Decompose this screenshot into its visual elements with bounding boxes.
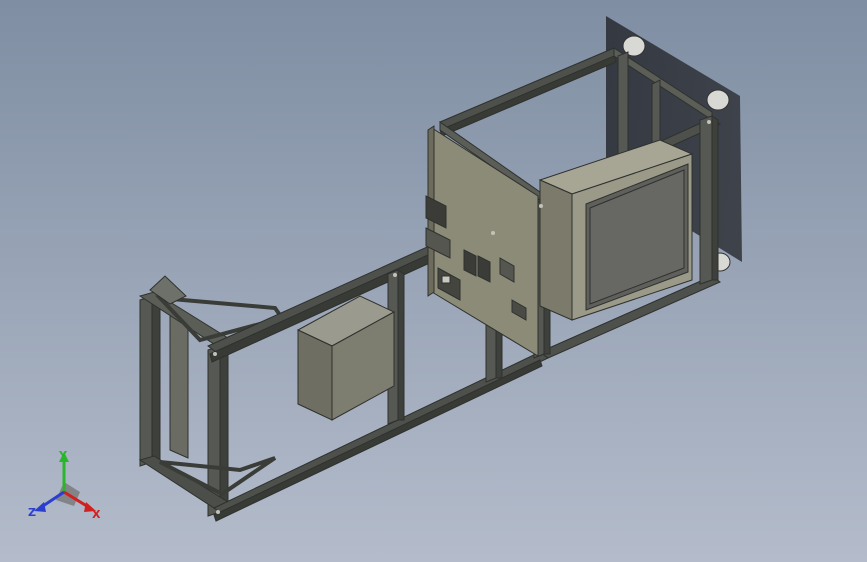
z-axis-label: Z (28, 506, 36, 519)
left-end-frame (138, 275, 286, 517)
cad-model[interactable] (0, 0, 867, 562)
graphics-viewport[interactable]: Y X Z (0, 0, 867, 562)
monitor (538, 139, 694, 321)
x-axis-label: X (92, 508, 101, 521)
electrical-panel (425, 125, 539, 357)
y-axis-label: Y (58, 449, 68, 462)
orientation-triad[interactable]: Y X Z (26, 448, 106, 524)
